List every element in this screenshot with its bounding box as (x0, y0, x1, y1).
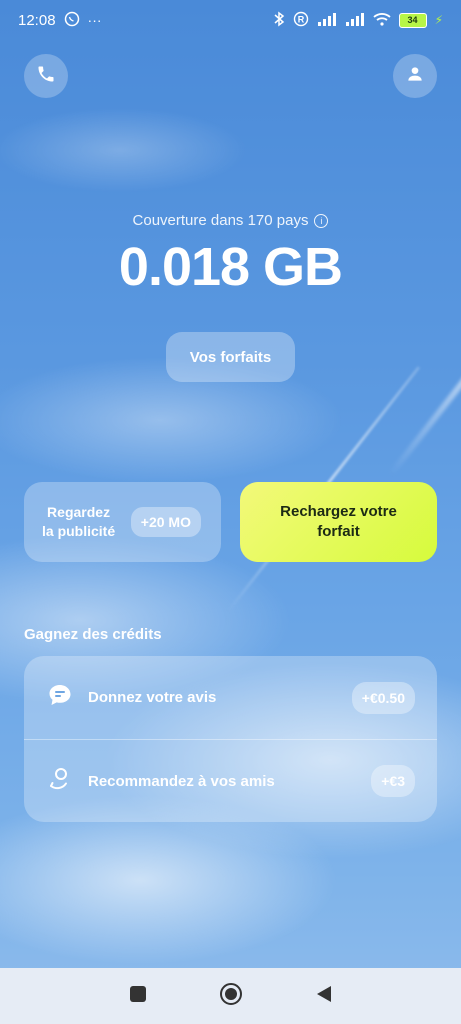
profile-button[interactable] (393, 54, 437, 98)
watch-ad-label: Regardez la publicité (42, 503, 115, 541)
data-balance: 0.018 GB (118, 237, 343, 297)
recharge-label-line1: Rechargez votre (280, 503, 397, 520)
ad-reward-badge: +20 MO (130, 507, 201, 537)
home-icon[interactable] (219, 982, 243, 1011)
system-nav-bar (0, 968, 461, 1024)
phone-icon (36, 64, 56, 89)
chat-icon (48, 684, 72, 711)
signal-icon (317, 12, 337, 29)
status-bar: 12:08 ··· R 34 ⚡ (0, 0, 461, 40)
battery-icon: 34 (398, 12, 427, 28)
signal-icon (345, 12, 365, 29)
credit-item-label: Recommandez à vos amis (88, 772, 275, 790)
credit-item-referral[interactable]: Recommandez à vos amis +€3 (24, 739, 437, 822)
credit-item-label: Donnez votre avis (88, 689, 217, 706)
back-icon[interactable] (315, 984, 333, 1009)
more-icon: ··· (87, 12, 102, 28)
coverage-label: Couverture dans 170 pays (132, 212, 309, 229)
plans-button[interactable]: Vos forfaits (166, 332, 295, 382)
watch-ad-label-line2: la publicité (42, 523, 116, 539)
coverage-text: Couverture dans 170 pays i (0, 212, 461, 229)
charging-icon: ⚡ (434, 13, 443, 27)
credit-reward-badge: +€3 (371, 765, 415, 797)
recharge-button[interactable]: Rechargez votre forfait (240, 482, 437, 562)
refer-friend-icon (48, 767, 72, 796)
watch-ad-label-line1: Regardez (47, 504, 111, 520)
recents-icon[interactable] (129, 985, 147, 1008)
user-icon (405, 64, 425, 89)
credits-list: Donnez votre avis +€0.50 Recommandez à v… (24, 656, 437, 822)
wifi-icon (372, 12, 391, 29)
registered-icon: R (293, 11, 309, 30)
watch-ad-button[interactable]: Regardez la publicité +20 MO (24, 482, 221, 562)
whatsapp-icon (64, 11, 80, 30)
svg-text:R: R (297, 14, 304, 24)
credit-reward-badge: +€0.50 (351, 681, 415, 714)
recharge-label-line2: forfait (317, 523, 360, 540)
info-icon[interactable]: i (314, 214, 329, 228)
status-time: 12:08 (18, 11, 56, 29)
phone-button[interactable] (24, 54, 68, 98)
bluetooth-icon (273, 11, 285, 30)
credit-item-review[interactable]: Donnez votre avis +€0.50 (24, 656, 437, 739)
credits-title: Gagnez des crédits (24, 626, 162, 643)
